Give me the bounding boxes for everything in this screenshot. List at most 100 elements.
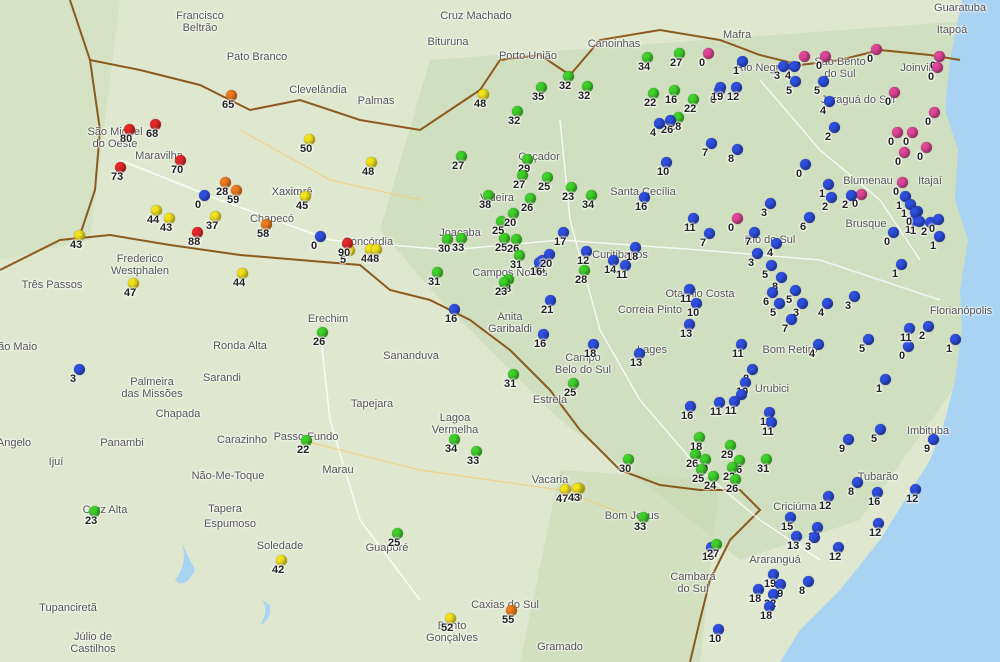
marker-green[interactable]: 30 — [619, 454, 635, 475]
marker-blue[interactable]: 3 — [805, 532, 821, 553]
marker-yellow[interactable]: 44 — [233, 268, 249, 289]
marker-green[interactable]: 24 — [704, 471, 720, 492]
marker-blue[interactable]: 0 — [311, 231, 327, 252]
marker-blue[interactable]: 5 — [770, 298, 786, 319]
marker-red[interactable]: 90 — [338, 238, 354, 259]
marker-blue[interactable]: 6 — [800, 212, 816, 233]
marker-blue[interactable]: 7 — [745, 227, 761, 248]
marker-pink[interactable]: 0 — [928, 62, 944, 83]
marker-blue[interactable]: 22 — [764, 589, 780, 610]
marker-blue[interactable]: 16 — [868, 487, 884, 508]
marker-orange[interactable]: 58 — [257, 219, 273, 240]
marker-blue[interactable]: 14 — [604, 255, 620, 276]
marker-blue[interactable]: 5 — [786, 76, 802, 97]
marker-blue[interactable]: 2 — [842, 190, 858, 211]
marker-blue[interactable]: 1 — [910, 216, 926, 237]
marker-blue[interactable]: 3 — [845, 291, 861, 312]
marker-blue[interactable]: 5 — [814, 76, 830, 97]
marker-blue[interactable]: 8 — [799, 576, 815, 597]
marker-orange[interactable]: 65 — [222, 90, 238, 111]
marker-green[interactable]: 31 — [757, 454, 773, 475]
marker-blue[interactable]: 11 — [732, 339, 748, 360]
marker-green[interactable]: 35 — [532, 82, 548, 103]
marker-green[interactable]: 33 — [452, 233, 468, 254]
marker-blue[interactable]: 16 — [445, 304, 461, 325]
marker-blue[interactable]: 5 — [871, 424, 887, 445]
marker-blue[interactable]: 12 — [819, 491, 835, 512]
marker-blue[interactable]: 4 — [820, 96, 836, 117]
marker-blue[interactable]: 11 — [680, 284, 696, 305]
marker-green[interactable]: 32 — [508, 106, 524, 127]
marker-blue[interactable]: 1 — [876, 374, 892, 395]
marker-orange[interactable]: 59 — [227, 185, 243, 206]
marker-green[interactable]: 34 — [445, 434, 461, 455]
marker-blue[interactable]: 3 — [761, 198, 777, 219]
marker-green[interactable]: 23 — [85, 506, 101, 527]
marker-blue[interactable]: 13 — [630, 348, 646, 369]
marker-blue[interactable]: 11 — [684, 213, 700, 234]
marker-green[interactable]: 29 — [518, 154, 534, 175]
marker-blue[interactable]: 2 — [825, 122, 841, 143]
marker-green[interactable]: 22 — [297, 435, 313, 456]
marker-yellow[interactable]: 45 — [296, 191, 312, 212]
marker-blue[interactable]: 20 — [540, 249, 556, 270]
marker-blue[interactable]: 1 — [733, 56, 749, 77]
marker-blue[interactable]: 12 — [829, 542, 845, 563]
marker-green[interactable]: 26 — [521, 193, 537, 214]
marker-red[interactable]: 88 — [188, 227, 204, 248]
marker-blue[interactable]: 1 — [892, 259, 908, 280]
marker-yellow[interactable]: 44 — [147, 205, 163, 226]
marker-red[interactable]: 68 — [146, 119, 162, 140]
marker-blue[interactable]: 4 — [818, 298, 834, 319]
marker-blue[interactable]: 5 — [859, 334, 875, 355]
marker-blue[interactable]: 12 — [577, 246, 593, 267]
marker-green[interactable]: 18 — [690, 432, 706, 453]
marker-pink[interactable]: 0 — [867, 44, 883, 65]
marker-blue[interactable]: 11 — [616, 260, 632, 281]
marker-blue[interactable]: 16 — [635, 192, 651, 213]
marker-blue[interactable]: 11 — [762, 417, 778, 438]
marker-green[interactable]: 31 — [504, 369, 520, 390]
marker-red[interactable]: 73 — [111, 162, 127, 183]
marker-yellow[interactable]: 43 — [568, 483, 584, 504]
marker-blue[interactable]: 8 — [848, 477, 864, 498]
marker-green[interactable]: 25 — [692, 464, 708, 485]
marker-green[interactable]: 23 — [495, 277, 511, 298]
marker-blue[interactable]: 7 — [782, 314, 798, 335]
marker-green[interactable]: 25 — [538, 172, 554, 193]
marker-yellow[interactable]: 48 — [367, 244, 383, 265]
marker-blue[interactable]: 10 — [709, 624, 725, 645]
marker-pink[interactable]: 0 — [895, 147, 911, 168]
marker-yellow[interactable]: 37 — [206, 211, 222, 232]
marker-green[interactable]: 28 — [575, 265, 591, 286]
marker-blue[interactable]: 11 — [900, 323, 916, 344]
marker-blue[interactable]: 18 — [749, 584, 765, 605]
marker-blue[interactable]: 9 — [839, 434, 855, 455]
marker-yellow[interactable]: 43 — [70, 230, 86, 251]
marker-blue[interactable]: 0 — [929, 214, 945, 235]
marker-green[interactable]: 27 — [513, 170, 529, 191]
marker-pink[interactable]: 0 — [699, 48, 715, 69]
marker-yellow[interactable]: 48 — [362, 157, 378, 178]
marker-yellow[interactable]: 52 — [441, 613, 457, 634]
marker-green[interactable]: 32 — [559, 71, 575, 92]
marker-blue[interactable]: 1 — [819, 179, 835, 200]
marker-blue[interactable]: 4 — [809, 339, 825, 360]
marker-blue[interactable]: 8 — [743, 364, 759, 385]
marker-pink[interactable]: 0 — [903, 127, 919, 148]
marker-blue[interactable]: 3 — [70, 364, 86, 385]
marker-orange[interactable]: 55 — [502, 605, 518, 626]
marker-green[interactable]: 27 — [452, 151, 468, 172]
marker-blue[interactable]: 13 — [787, 531, 803, 552]
marker-blue[interactable]: 4 — [785, 61, 801, 82]
marker-green[interactable]: 26 — [507, 234, 523, 255]
marker-blue[interactable]: 10 — [657, 157, 673, 178]
marker-green[interactable]: 31 — [510, 250, 526, 271]
marker-blue[interactable]: 11 — [725, 396, 741, 417]
marker-blue[interactable]: 10 — [736, 377, 752, 398]
marker-blue[interactable]: 3 — [793, 298, 809, 319]
marker-blue[interactable]: 10 — [687, 298, 703, 319]
marker-blue[interactable]: 0 — [796, 159, 812, 180]
marker-blue[interactable]: 9 — [924, 434, 940, 455]
marker-blue[interactable]: 13 — [680, 319, 696, 340]
